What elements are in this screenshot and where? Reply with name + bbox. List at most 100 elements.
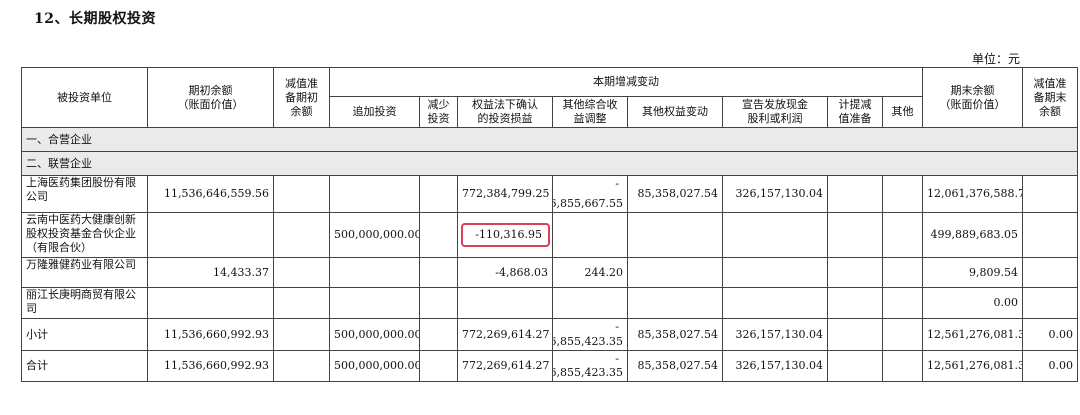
cell-equity-method-income: 772,269,614.27 <box>457 350 553 382</box>
cell-opening <box>147 212 274 258</box>
cell-other-equity-change: 85,358,027.54 <box>627 175 723 213</box>
cell-impairment-opening <box>273 318 330 351</box>
cell-other <box>882 318 923 351</box>
cell-other <box>882 350 923 382</box>
cell-impairment-closing <box>1022 287 1078 319</box>
highlight-box: -110,316.95 <box>461 223 550 247</box>
header-reduce-investment: 减少 投资 <box>419 96 458 128</box>
cell-impairment-closing <box>1022 212 1078 258</box>
cell-reduce-investment <box>419 318 458 351</box>
cell-other <box>882 287 923 319</box>
cell-declared-dividends <box>722 287 828 319</box>
cell-investee: 小计 <box>21 318 148 351</box>
cell-investee: 上海医药集团股份有限公司 <box>21 175 148 213</box>
cell-impairment-opening <box>273 350 330 382</box>
table-row: 万隆雅健药业有限公司 14,433.37 -4,868.03 244.20 9,… <box>21 257 1078 288</box>
cell-other <box>882 257 923 288</box>
table-row: 云南中医药大健康创新股权投资基金合伙企业（有限合伙） 500,000,000.0… <box>21 212 1078 258</box>
header-impairment-opening: 减值准 备期初 余额 <box>273 67 330 128</box>
cell-closing: 9,809.54 <box>922 257 1023 288</box>
cell-equity-method-income: -110,316.95 <box>457 212 553 258</box>
cell-declared-dividends: 326,157,130.04 <box>722 175 828 213</box>
cell-investee: 万隆雅健药业有限公司 <box>21 257 148 288</box>
header-period-change: 本期增减变动 <box>329 67 923 97</box>
cell-equity-method-income: 772,269,614.27 <box>457 318 553 351</box>
cell-investee: 合计 <box>21 350 148 382</box>
cell-closing: 0.00 <box>922 287 1023 319</box>
cell-oci-adjustment: - 6,855,667.55 <box>552 175 628 213</box>
cell-add-investment <box>329 257 420 288</box>
cell-other-equity-change <box>627 287 723 319</box>
cell-impairment-opening <box>273 287 330 319</box>
cell-opening: 11,536,646,559.56 <box>147 175 274 213</box>
cell-impairment-opening <box>273 257 330 288</box>
cell-opening: 11,536,660,992.93 <box>147 350 274 382</box>
cell-impairment-closing: 0.00 <box>1022 350 1078 382</box>
cell-other <box>882 175 923 213</box>
cell-impairment-provision <box>827 318 883 351</box>
cell-investee: 云南中医药大健康创新股权投资基金合伙企业（有限合伙） <box>21 212 148 258</box>
cell-impairment-provision <box>827 287 883 319</box>
cell-impairment-provision <box>827 175 883 213</box>
cell-oci-adjustment: 244.20 <box>552 257 628 288</box>
table-row: 小计 11,536,660,992.93 500,000,000.00 772,… <box>21 318 1078 351</box>
cell-opening: 11,536,660,992.93 <box>147 318 274 351</box>
cell-opening <box>147 287 274 319</box>
header-declared-dividends: 宣告发放现金 股利或利润 <box>722 96 828 128</box>
long-term-equity-investment-table: 被投资单位 期初余额 （账面价值） 减值准 备期初 余额 本期增减变动 期末余额… <box>21 67 1078 382</box>
cell-investee: 丽江长庚明商贸有限公司 <box>21 287 148 319</box>
cell-add-investment: 500,000,000.00 <box>329 318 420 351</box>
header-other: 其他 <box>882 96 923 128</box>
cell-closing: 12,561,276,081.35 <box>922 350 1023 382</box>
header-other-equity-change: 其他权益变动 <box>627 96 723 128</box>
cell-other-equity-change: 85,358,027.54 <box>627 350 723 382</box>
oci-dash: - <box>615 320 619 333</box>
cell-other <box>882 212 923 258</box>
cell-oci-adjustment: - 6,855,423.35 <box>552 350 628 382</box>
cell-equity-method-income <box>457 287 553 319</box>
cell-closing: 499,889,683.05 <box>922 212 1023 258</box>
cell-reduce-investment <box>419 350 458 382</box>
cell-oci-adjustment: - 6,855,423.35 <box>552 318 628 351</box>
cell-declared-dividends <box>722 212 828 258</box>
cell-impairment-opening <box>273 175 330 213</box>
cell-declared-dividends <box>722 257 828 288</box>
cell-declared-dividends: 326,157,130.04 <box>722 350 828 382</box>
oci-value: 6,855,423.35 <box>552 335 624 348</box>
cell-add-investment <box>329 175 420 213</box>
cell-add-investment <box>329 287 420 319</box>
cell-reduce-investment <box>419 212 458 258</box>
oci-value: 6,855,423.35 <box>552 366 624 379</box>
cell-add-investment: 500,000,000.00 <box>329 350 420 382</box>
header-impairment-closing: 减值准 备期末 余额 <box>1022 67 1078 128</box>
section-joint-ventures: 一、合营企业 <box>21 127 1078 152</box>
table-row: 丽江长庚明商贸有限公司 0.00 <box>21 287 1078 319</box>
cell-impairment-closing <box>1022 175 1078 213</box>
table-row: 上海医药集团股份有限公司 11,536,646,559.56 772,384,7… <box>21 175 1078 213</box>
oci-value: 6,855,667.55 <box>552 197 624 210</box>
header-add-investment: 追加投资 <box>329 96 420 128</box>
cell-impairment-provision <box>827 212 883 258</box>
cell-impairment-provision <box>827 350 883 382</box>
cell-equity-method-income: -4,868.03 <box>457 257 553 288</box>
oci-dash: - <box>615 352 619 365</box>
header-investee: 被投资单位 <box>21 67 148 128</box>
cell-oci-adjustment <box>552 212 628 258</box>
cell-add-investment: 500,000,000.00 <box>329 212 420 258</box>
cell-reduce-investment <box>419 287 458 319</box>
cell-other-equity-change <box>627 257 723 288</box>
unit-label: 单位：元 <box>971 52 1020 66</box>
cell-impairment-provision <box>827 257 883 288</box>
cell-declared-dividends: 326,157,130.04 <box>722 318 828 351</box>
cell-closing: 12,061,376,588.76 <box>922 175 1023 213</box>
cell-impairment-opening <box>273 212 330 258</box>
header-impairment-provision: 计提减 值准备 <box>827 96 883 128</box>
oci-dash: - <box>615 177 619 190</box>
cell-equity-method-income: 772,384,799.25 <box>457 175 553 213</box>
cell-impairment-closing: 0.00 <box>1022 318 1078 351</box>
cell-opening: 14,433.37 <box>147 257 274 288</box>
header-oci-adjustment: 其他综合收 益调整 <box>552 96 628 128</box>
table-row: 合计 11,536,660,992.93 500,000,000.00 772,… <box>21 350 1078 382</box>
header-equity-method-income: 权益法下确认 的投资损益 <box>457 96 553 128</box>
cell-closing: 12,561,276,081.35 <box>922 318 1023 351</box>
